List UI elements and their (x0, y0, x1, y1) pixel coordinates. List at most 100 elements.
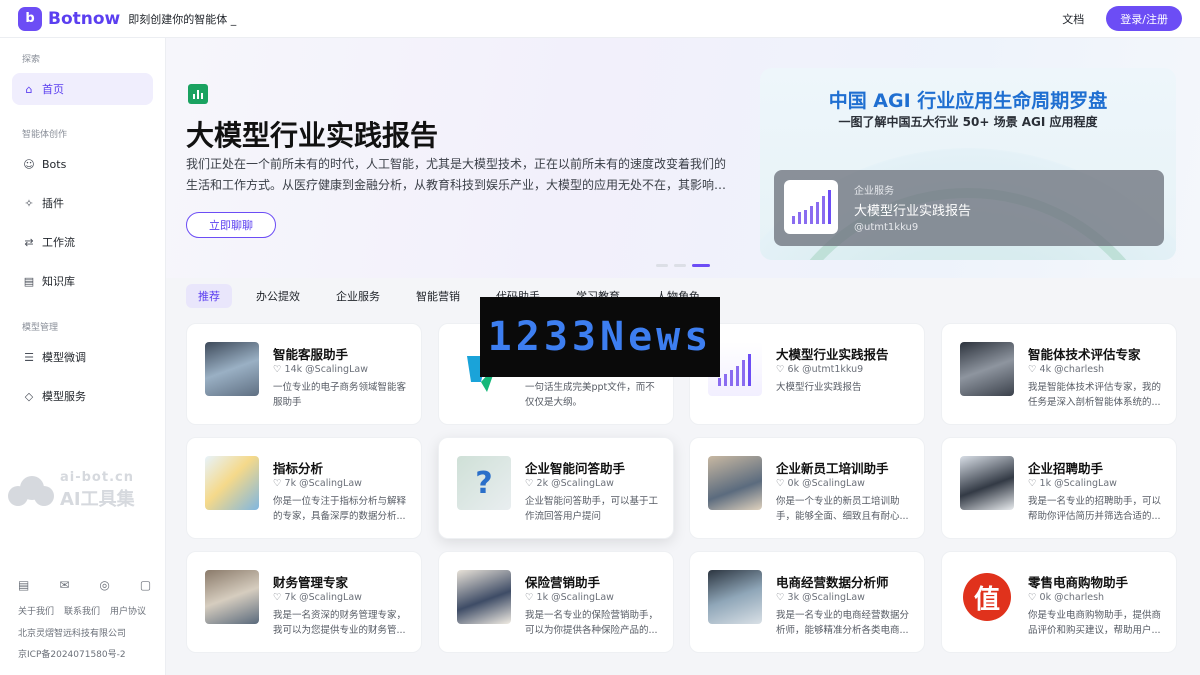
author-handle[interactable]: @ScalingLaw (551, 478, 614, 489)
mail-icon[interactable]: ✉ (59, 578, 69, 592)
bot-card[interactable]: 智能客服助手 ♡ 14k @ScalingLaw 一位专业的电子商务领域智能客服助手 (186, 323, 422, 425)
feedback-icon[interactable]: ▢ (140, 578, 151, 592)
sidebar-item-workflow[interactable]: ⇄ 工作流 (12, 226, 153, 258)
report-chart-icon (188, 84, 208, 104)
author-handle[interactable]: @ScalingLaw (1054, 478, 1117, 489)
heat-icon: ♡ (776, 364, 788, 375)
wechat-icon[interactable]: ◎ (99, 578, 109, 592)
bot-title: 指标分析 (273, 461, 324, 476)
banner-subtitle: 一图了解中国五大行业 50+ 场景 AGI 应用程度 (838, 115, 1098, 129)
bot-title: 智能体技术评估专家 (1028, 347, 1141, 362)
bot-avatar (708, 570, 762, 624)
hero-section: 大模型行业实践报告 我们正处在一个前所未有的时代，人工智能，尤其是大模型技术，正… (166, 38, 1200, 278)
carousel-dot[interactable] (674, 264, 686, 267)
bot-title: 企业智能问答助手 (525, 461, 626, 476)
section-label-explore: 探索 (22, 55, 41, 65)
usage-count: 6k (787, 364, 800, 375)
bot-card[interactable]: 财务管理专家 ♡ 7k @ScalingLaw 我是一名资深的财务管理专家，我可以为… (186, 551, 422, 653)
heat-icon: ♡ (273, 478, 285, 489)
heat-icon: ♡ (776, 592, 788, 603)
docs-link[interactable]: 文档 (1062, 11, 1084, 27)
watermark-domain: ai-bot.cn (60, 470, 134, 485)
sidebar-item-home[interactable]: ⌂ 首页 (12, 73, 153, 105)
bot-meta: ♡ 0k @charlesh (1028, 592, 1104, 603)
question-mark-icon: ? (475, 465, 493, 501)
heat-icon: ♡ (1028, 592, 1040, 603)
workflow-icon: ⇄ (24, 235, 34, 249)
bot-card[interactable]: 企业新员工培训助手 ♡ 0k @ScalingLaw 你是一个专业的新员工培训助手，… (689, 437, 925, 539)
retail-badge-icon: 值 (963, 573, 1011, 621)
author-handle[interactable]: @ScalingLaw (305, 364, 368, 375)
carousel-dot-active[interactable] (692, 264, 710, 267)
heat-icon: ♡ (1028, 364, 1040, 375)
carousel-dots (656, 264, 710, 267)
hero-banner-image[interactable]: 中国 AGI 行业应用生命周期罗盘 一图了解中国五大行业 50+ 场景 AGI … (760, 68, 1176, 260)
sidebar-item-finetune[interactable]: ☰ 模型微调 (12, 341, 153, 373)
usage-count: 7k (284, 592, 297, 603)
section-label-model: 模型管理 (22, 323, 59, 333)
heat-icon: ♡ (525, 478, 537, 489)
bot-title: 企业新员工培训助手 (776, 461, 889, 476)
login-register-button[interactable]: 登录/注册 (1106, 6, 1182, 31)
section-label-create: 智能体创作 (22, 130, 68, 140)
sidebar-item-label: 首页 (42, 83, 64, 96)
sidebar-item-knowledge[interactable]: ▤ 知识库 (12, 265, 153, 297)
bot-meta: ♡ 0k @ScalingLaw (776, 478, 865, 489)
bot-avatar (205, 570, 259, 624)
sidebar-item-model-service[interactable]: ◇ 模型服务 (12, 380, 153, 412)
bot-card[interactable]: 保险营销助手 ♡ 1k @ScalingLaw 我是一名专业的保险营销助手，可以为你… (438, 551, 674, 653)
bot-title: 大模型行业实践报告 (776, 347, 889, 362)
tab-office[interactable]: 办公提效 (244, 284, 312, 308)
bot-description: 我是一名专业的招聘助手，可以帮助你评估简历并筛选合适的... (1028, 496, 1162, 522)
bot-description: 我是一名专业的保险营销助手，可以为你提供各种保险产品的... (525, 610, 659, 636)
author-handle[interactable]: @ScalingLaw (802, 592, 865, 603)
bot-meta: ♡ 3k @ScalingLaw (776, 592, 865, 603)
bot-card[interactable]: 值 零售电商购物助手 ♡ 0k @charlesh 你是专业电商购物助手，提供商品评价… (941, 551, 1177, 653)
bot-card[interactable]: 企业招聘助手 ♡ 1k @ScalingLaw 我是一名专业的招聘助手，可以帮助你评… (941, 437, 1177, 539)
author-handle[interactable]: @ScalingLaw (802, 478, 865, 489)
bot-meta: ♡ 7k @ScalingLaw (273, 478, 362, 489)
brand-name[interactable]: Botnow (48, 9, 120, 29)
sidebar-item-label: 模型微调 (42, 351, 86, 364)
contact-link[interactable]: 联系我们 (64, 604, 100, 617)
bot-title: 财务管理专家 (273, 575, 349, 590)
author-handle[interactable]: @utmt1kku9 (802, 364, 863, 375)
tab-recommend[interactable]: 推荐 (186, 284, 232, 308)
author-handle[interactable]: @ScalingLaw (551, 592, 614, 603)
bot-card[interactable]: 电商经营数据分析师 ♡ 3k @ScalingLaw 我是一名专业的电商经营数据分析… (689, 551, 925, 653)
document-icon[interactable]: ▤ (18, 578, 29, 592)
sidebar-item-plugins[interactable]: ✧ 插件 (12, 187, 153, 219)
sidebar-item-bots[interactable]: ☺ Bots (12, 148, 153, 180)
featured-report-card[interactable]: 企业服务 大模型行业实践报告 @utmt1kku9 (774, 170, 1164, 246)
heat-icon: ♡ (525, 592, 537, 603)
watermark-logo: ai-bot.cn AI工具集 (8, 470, 135, 511)
bot-card[interactable]: 指标分析 ♡ 7k @ScalingLaw 你是一位专注于指标分析与解释的专家，具备… (186, 437, 422, 539)
bot-title: 企业招聘助手 (1028, 461, 1104, 476)
usage-count: 1k (536, 592, 549, 603)
carousel-dot[interactable] (656, 264, 668, 267)
sidebar-item-label: Bots (42, 157, 67, 171)
bot-icon: ☺ (23, 157, 35, 171)
bot-card[interactable]: 智能体技术评估专家 ♡ 4k @charlesh 我是智能体技术评估专家，我的任务是… (941, 323, 1177, 425)
author-handle[interactable]: @ScalingLaw (299, 592, 362, 603)
author-handle[interactable]: @charlesh (1054, 364, 1104, 375)
heat-icon: ♡ (273, 364, 285, 375)
bot-title: 电商经营数据分析师 (776, 575, 889, 590)
tab-marketing[interactable]: 智能营销 (404, 284, 472, 308)
usage-count: 7k (284, 478, 297, 489)
terms-link[interactable]: 用户协议 (110, 604, 146, 617)
bot-card[interactable]: ? 企业智能问答助手 ♡ 2k @ScalingLaw 企业智能问答助手，可以基于工作… (438, 437, 674, 539)
icp-number[interactable]: 京ICP备2024071580号-2 (18, 647, 126, 660)
tab-enterprise[interactable]: 企业服务 (324, 284, 392, 308)
author-handle[interactable]: @ScalingLaw (299, 478, 362, 489)
bot-title: 零售电商购物助手 (1028, 575, 1129, 590)
usage-count: 0k (1039, 592, 1052, 603)
about-link[interactable]: 关于我们 (18, 604, 54, 617)
chat-now-button[interactable]: 立即聊聊 (186, 212, 276, 238)
author-handle[interactable]: @charlesh (1054, 592, 1104, 603)
report-title: 大模型行业实践报告 (854, 204, 972, 219)
heat-icon: ♡ (1028, 478, 1040, 489)
bot-card[interactable]: 大模型行业实践报告 ♡ 6k @utmt1kku9 大模型行业实践报告 (689, 323, 925, 425)
bot-description: 大模型行业实践报告 (776, 382, 862, 393)
botnow-logo-icon[interactable]: b (18, 6, 42, 31)
